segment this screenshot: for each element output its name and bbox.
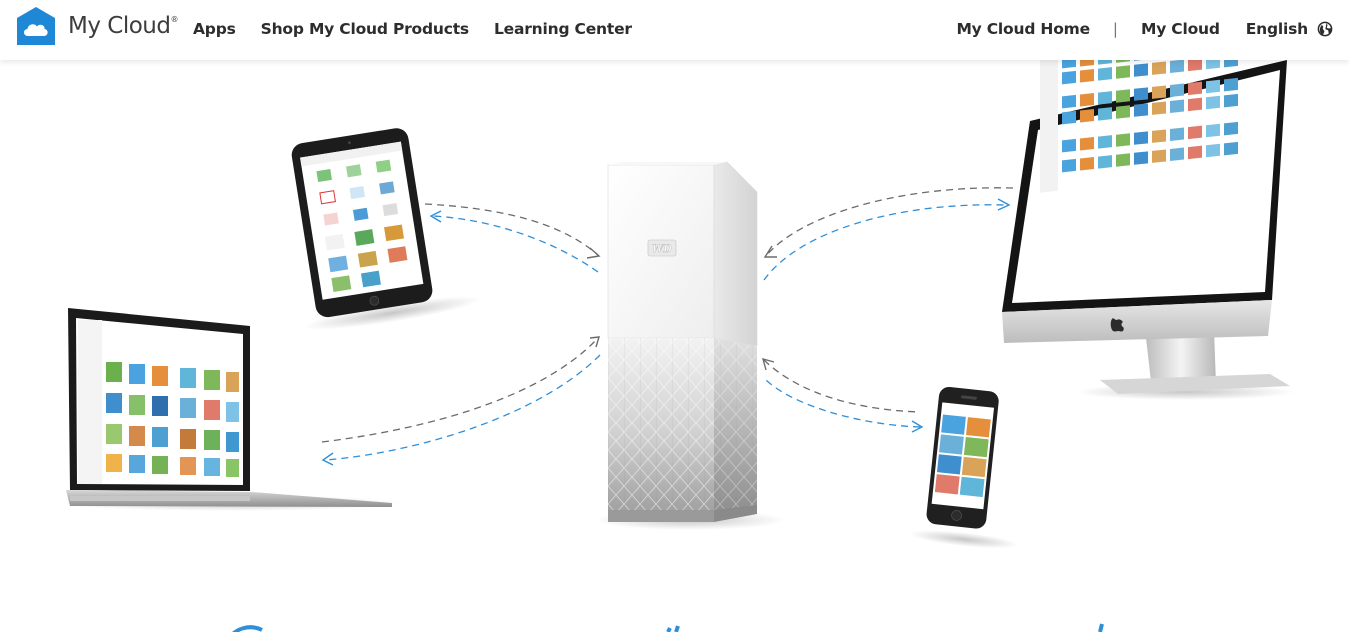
globe-icon bbox=[1317, 21, 1333, 37]
smartphone-device bbox=[909, 386, 1019, 549]
laptop-device bbox=[60, 308, 400, 511]
my-cloud-home-link[interactable]: My Cloud Home bbox=[956, 20, 1090, 38]
imac-device bbox=[1002, 60, 1295, 400]
nav-learning-center-link[interactable]: Learning Center bbox=[494, 20, 632, 38]
top-navigation-bar: My Cloud® Apps Shop My Cloud Products Le… bbox=[0, 0, 1349, 60]
tablet-device bbox=[291, 128, 482, 330]
wd-logo: WD bbox=[647, 239, 677, 257]
hero-illustration: WD bbox=[0, 60, 1349, 632]
primary-nav: Apps Shop My Cloud Products Learning Cen… bbox=[193, 20, 632, 38]
feature-icons-peek bbox=[232, 623, 1104, 632]
nav-separator: | bbox=[1112, 20, 1118, 38]
nav-apps-link[interactable]: Apps bbox=[193, 20, 236, 38]
svg-text:WD: WD bbox=[652, 244, 672, 255]
language-selector[interactable]: English bbox=[1246, 20, 1333, 38]
nav-shop-products-link[interactable]: Shop My Cloud Products bbox=[261, 20, 470, 38]
logo-wordmark: My Cloud® bbox=[68, 13, 178, 39]
secondary-nav: My Cloud Home | My Cloud English bbox=[956, 20, 1333, 38]
my-cloud-logo[interactable]: My Cloud® bbox=[15, 6, 178, 46]
my-cloud-link[interactable]: My Cloud bbox=[1141, 20, 1220, 38]
devices-sync-graphic: WD bbox=[60, 60, 1295, 632]
nas-drive: WD bbox=[595, 161, 785, 530]
language-label: English bbox=[1245, 20, 1308, 38]
cloud-house-icon bbox=[17, 7, 55, 45]
